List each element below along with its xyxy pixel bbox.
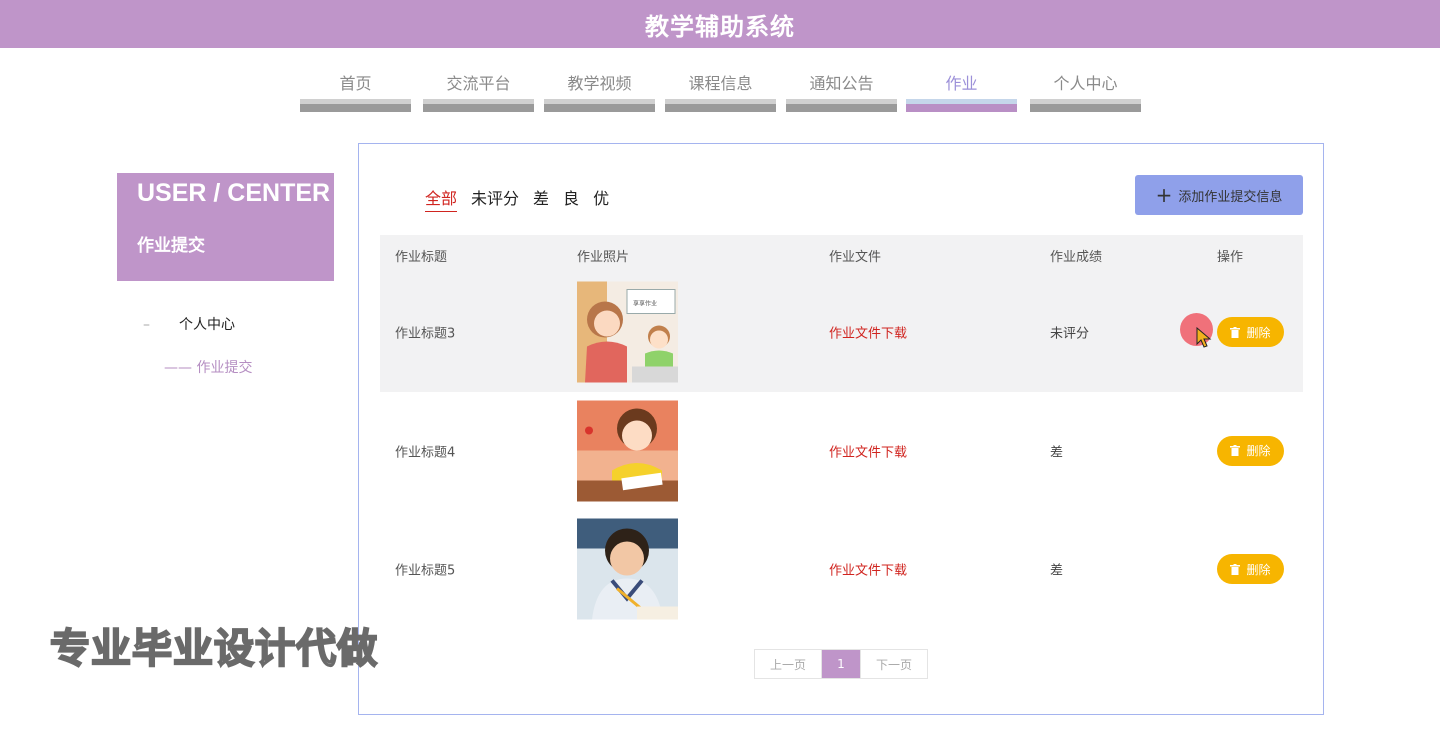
app-root: 教学辅助系统 首页 交流平台 教学视频 课程信息 通知公告 作业 个人中心 US…: [0, 0, 1440, 752]
trash-icon: [1230, 326, 1241, 338]
filter-poor[interactable]: 差: [533, 185, 549, 212]
mouse-cursor-icon: [1196, 327, 1212, 348]
watermark-text: 专业毕业设计代做: [49, 625, 378, 673]
sidebar-header-en: USER / CENTER: [137, 179, 331, 207]
nav-item-videos[interactable]: 教学视频: [544, 58, 655, 112]
top-header: 教学辅助系统: [0, 0, 1440, 48]
filter-good[interactable]: 良: [563, 185, 579, 212]
plus-icon: +: [1155, 183, 1173, 207]
sidebar-item-homework-submit[interactable]: —— 作业提交: [164, 357, 252, 377]
row-actions: 删除: [1217, 554, 1284, 585]
boy-writing-image: [577, 518, 678, 620]
nav-item-courses[interactable]: 课程信息: [665, 58, 776, 112]
col-header-score: 作业成绩: [1050, 250, 1103, 265]
filter-ungraded[interactable]: 未评分: [471, 185, 519, 212]
delete-label: 删除: [1246, 325, 1271, 340]
nav-item-label: 首页: [339, 74, 372, 93]
col-header-photo: 作业照片: [577, 250, 630, 265]
app-title: 教学辅助系统: [645, 12, 795, 41]
svg-text:享享作业: 享享作业: [633, 300, 657, 308]
col-header-title: 作业标题: [395, 250, 448, 265]
nav-underline: [665, 99, 776, 112]
file-download-link[interactable]: 作业文件下载: [829, 441, 907, 460]
row-score: 未评分: [1050, 326, 1090, 342]
sidebar-header: USER / CENTER 作业提交: [117, 173, 334, 281]
row-photo: [577, 400, 678, 502]
row-title: 作业标题4: [395, 445, 456, 461]
table-header: 作业标题 作业照片 作业文件 作业成绩 操作: [380, 235, 1303, 273]
filter-all[interactable]: 全部: [425, 185, 458, 212]
prev-page-button[interactable]: 上一页: [755, 650, 822, 678]
delete-button[interactable]: 删除: [1217, 317, 1284, 348]
nav-item-home[interactable]: 首页: [300, 58, 411, 112]
delete-button[interactable]: 删除: [1217, 554, 1284, 585]
row-score: 差: [1050, 563, 1064, 579]
table-row: 作业标题3 享享作业 作业文件下载 未评分 删除: [380, 273, 1303, 392]
trash-icon: [1230, 445, 1241, 457]
girl-writing-image: [577, 400, 678, 502]
nav-item-label: 个人中心: [1053, 74, 1118, 93]
table-row: 作业标题5 作业文件下载 差 删除: [380, 510, 1303, 629]
row-actions: 删除: [1217, 317, 1284, 348]
delete-label: 删除: [1246, 444, 1271, 459]
nav-item-notices[interactable]: 通知公告: [786, 58, 897, 112]
nav-item-label: 作业: [945, 74, 978, 93]
nav-underline: [1030, 99, 1141, 112]
row-photo: 享享作业: [577, 281, 678, 383]
row-actions: 删除: [1217, 435, 1284, 466]
next-page-button[interactable]: 下一页: [860, 650, 927, 678]
trash-icon: [1230, 563, 1241, 575]
score-filters: 全部 未评分 差 良 优: [425, 185, 623, 212]
nav-item-label: 通知公告: [809, 74, 874, 93]
nav-underline: [544, 99, 655, 112]
nav-underline: [423, 99, 534, 112]
nav-item-homework[interactable]: 作业: [906, 58, 1017, 112]
nav-item-label: 交流平台: [446, 74, 511, 93]
delete-button[interactable]: 删除: [1217, 435, 1284, 466]
row-photo: [577, 518, 678, 620]
col-header-actions: 操作: [1217, 250, 1244, 265]
row-title: 作业标题5: [395, 563, 456, 579]
nav-item-label: 课程信息: [688, 74, 753, 93]
table-row: 作业标题4 作业文件下载 差 删除: [380, 392, 1303, 511]
nav-underline: [300, 99, 411, 112]
content-panel: 全部 未评分 差 良 优 + 添加作业提交信息 作业标题 作业照片 作业文件 作…: [358, 143, 1324, 715]
row-score: 差: [1050, 445, 1064, 461]
sidebar-item-label: —— 作业提交: [164, 360, 253, 376]
menu-dash: –: [143, 317, 150, 333]
submissions-table: 作业标题 作业照片 作业文件 作业成绩 操作 作业标题3 享享作业 作业文件下载…: [380, 235, 1303, 629]
pagination: 上一页 1 下一页: [754, 649, 928, 679]
nav-item-profile[interactable]: 个人中心: [1030, 58, 1141, 112]
delete-label: 删除: [1246, 562, 1271, 577]
row-title: 作业标题3: [395, 326, 456, 342]
sidebar-item-profile[interactable]: – 个人中心: [143, 314, 235, 334]
add-submission-button[interactable]: + 添加作业提交信息: [1135, 175, 1303, 215]
filter-excellent[interactable]: 优: [593, 185, 609, 212]
sidebar-header-cn: 作业提交: [137, 236, 205, 256]
nav-underline: [906, 99, 1017, 112]
nav-underline: [786, 99, 897, 112]
nav-item-label: 教学视频: [567, 74, 632, 93]
file-download-link[interactable]: 作业文件下载: [829, 560, 907, 579]
file-download-link[interactable]: 作业文件下载: [829, 323, 907, 342]
add-submission-label: 添加作业提交信息: [1178, 189, 1283, 205]
main-nav: 首页 交流平台 教学视频 课程信息 通知公告 作业 个人中心: [0, 58, 1440, 118]
col-header-file: 作业文件: [829, 250, 882, 265]
nav-item-forum[interactable]: 交流平台: [423, 58, 534, 112]
teacher-student-image: 享享作业: [577, 281, 678, 383]
page-number-button[interactable]: 1: [822, 650, 860, 678]
sidebar-item-label: 个人中心: [179, 317, 235, 333]
